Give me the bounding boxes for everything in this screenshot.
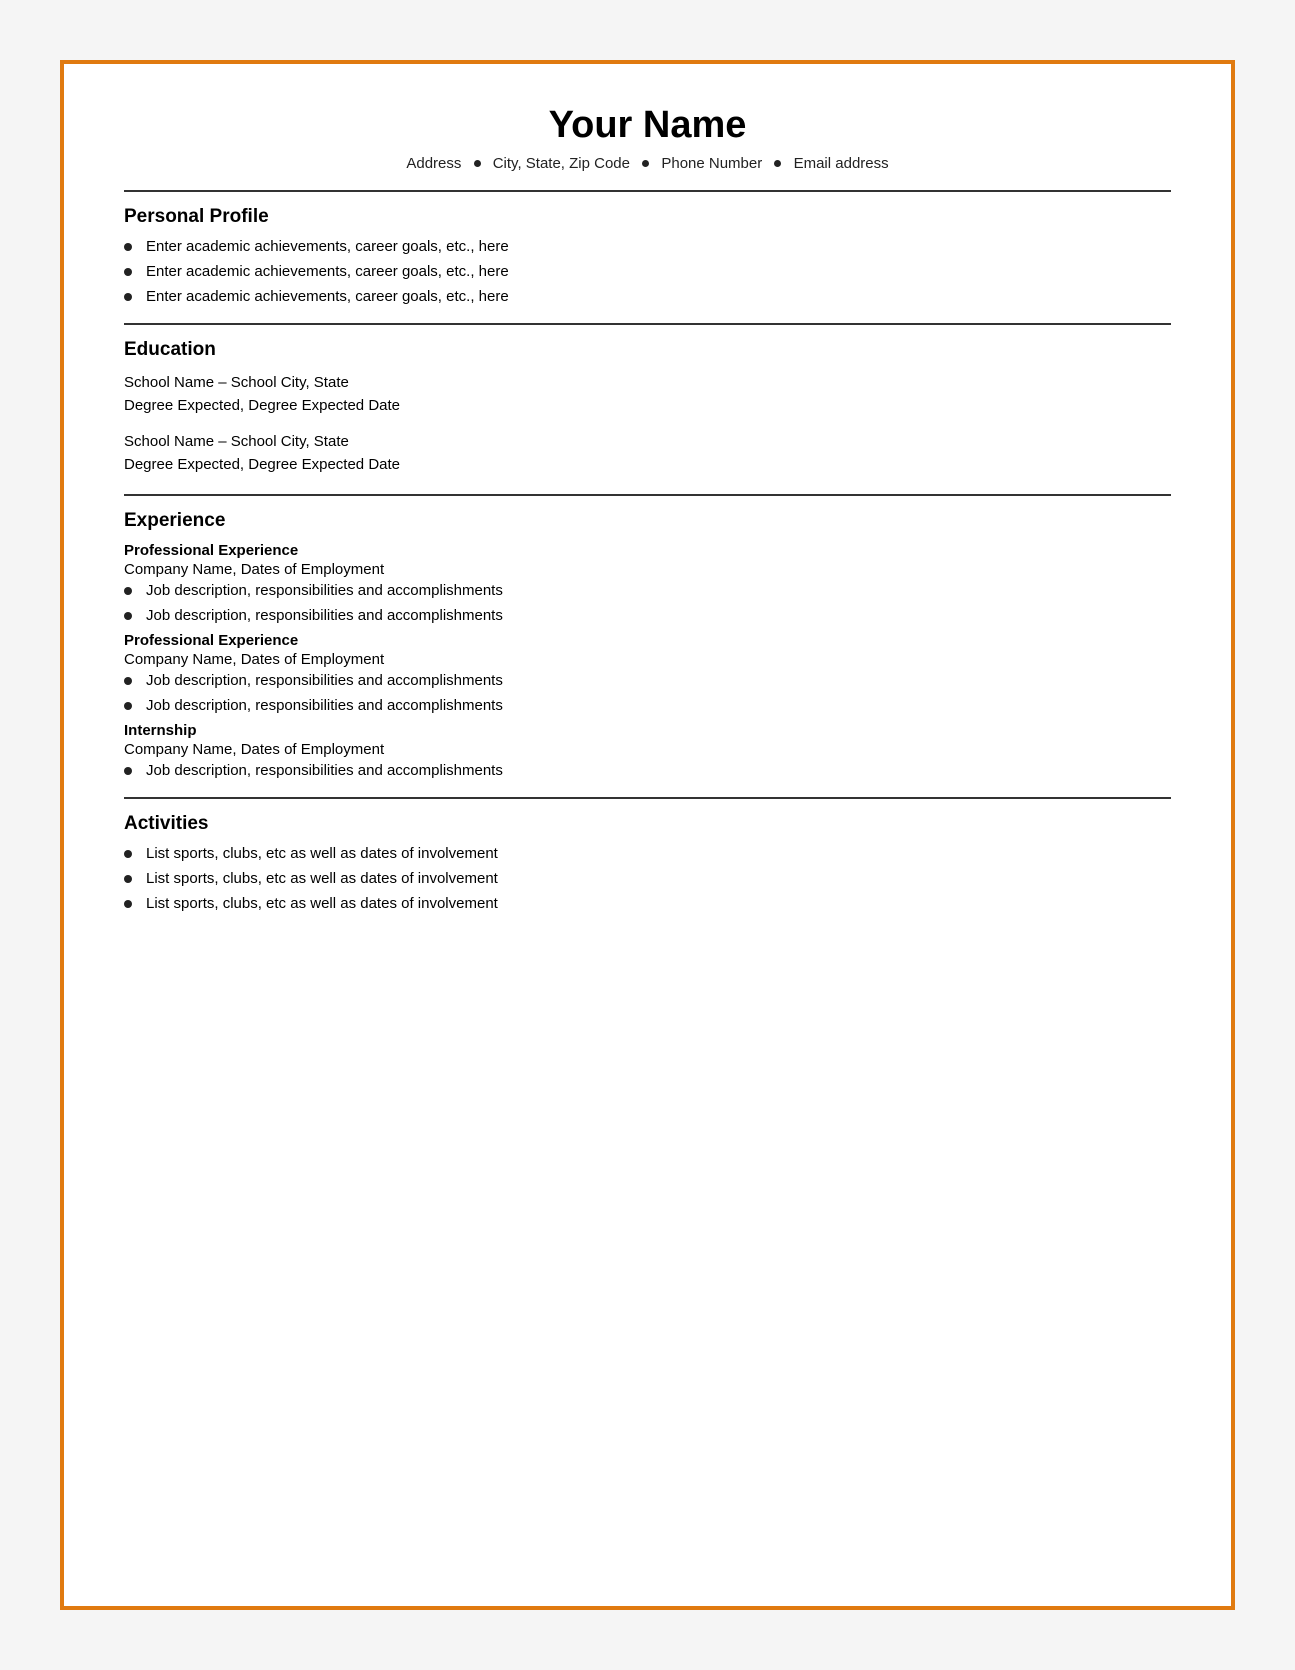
header-contact: Address City, State, Zip Code Phone Numb… <box>124 155 1171 172</box>
education-section: Education School Name – School City, Sta… <box>124 339 1171 476</box>
exp2-item-2: Job description, responsibilities and ac… <box>146 697 503 714</box>
exp-subtitle-1: Professional Experience <box>124 542 1171 559</box>
list-item: Enter academic achievements, career goal… <box>124 263 1171 280</box>
exp-list-2: Job description, responsibilities and ac… <box>124 672 1171 714</box>
bullet-dot <box>124 767 132 775</box>
resume-name: Your Name <box>124 104 1171 147</box>
personal-profile-list: Enter academic achievements, career goal… <box>124 238 1171 305</box>
list-item: Job description, responsibilities and ac… <box>124 697 1171 714</box>
bullet-dot <box>124 612 132 620</box>
bullet-dot <box>124 677 132 685</box>
edu-degree-1: Degree Expected, Degree Expected Date <box>124 394 1171 417</box>
contact-city: City, State, Zip Code <box>493 155 630 172</box>
list-item: Job description, responsibilities and ac… <box>124 762 1171 779</box>
personal-item-1: Enter academic achievements, career goal… <box>146 238 509 255</box>
edu-school-1: School Name – School City, State <box>124 371 1171 394</box>
list-item: Job description, responsibilities and ac… <box>124 582 1171 599</box>
exp3-item-1: Job description, responsibilities and ac… <box>146 762 503 779</box>
list-item: Job description, responsibilities and ac… <box>124 672 1171 689</box>
list-item: Job description, responsibilities and ac… <box>124 607 1171 624</box>
personal-item-3: Enter academic achievements, career goal… <box>146 288 509 305</box>
header-section: Your Name Address City, State, Zip Code … <box>124 104 1171 172</box>
activities-list: List sports, clubs, etc as well as dates… <box>124 845 1171 912</box>
edu-school-2: School Name – School City, State <box>124 430 1171 453</box>
edu-entry-1: School Name – School City, State Degree … <box>124 371 1171 418</box>
exp-subtitle-2: Professional Experience <box>124 632 1171 649</box>
bullet-dot <box>124 702 132 710</box>
bullet-dot <box>124 243 132 251</box>
activity-item-2: List sports, clubs, etc as well as dates… <box>146 870 498 887</box>
education-title: Education <box>124 339 1171 361</box>
exp-company-1: Company Name, Dates of Employment <box>124 561 1171 578</box>
experience-section: Experience Professional Experience Compa… <box>124 510 1171 779</box>
activity-item-3: List sports, clubs, etc as well as dates… <box>146 895 498 912</box>
bullet-dot <box>124 587 132 595</box>
list-item: List sports, clubs, etc as well as dates… <box>124 845 1171 862</box>
dot-3 <box>774 160 781 167</box>
activity-item-1: List sports, clubs, etc as well as dates… <box>146 845 498 862</box>
activities-section: Activities List sports, clubs, etc as we… <box>124 813 1171 912</box>
dot-1 <box>474 160 481 167</box>
bullet-dot <box>124 268 132 276</box>
resume-container: Your Name Address City, State, Zip Code … <box>60 60 1235 1610</box>
contact-address: Address <box>406 155 461 172</box>
list-item: Enter academic achievements, career goal… <box>124 288 1171 305</box>
experience-title: Experience <box>124 510 1171 532</box>
edu-degree-2: Degree Expected, Degree Expected Date <box>124 453 1171 476</box>
exp1-item-2: Job description, responsibilities and ac… <box>146 607 503 624</box>
edu-entry-2: School Name – School City, State Degree … <box>124 430 1171 477</box>
bullet-dot <box>124 293 132 301</box>
bullet-dot <box>124 875 132 883</box>
contact-email: Email address <box>794 155 889 172</box>
exp-list-3: Job description, responsibilities and ac… <box>124 762 1171 779</box>
exp-company-2: Company Name, Dates of Employment <box>124 651 1171 668</box>
divider-4 <box>124 797 1171 799</box>
exp-list-1: Job description, responsibilities and ac… <box>124 582 1171 624</box>
exp-subtitle-3: Internship <box>124 722 1171 739</box>
list-item: List sports, clubs, etc as well as dates… <box>124 870 1171 887</box>
list-item: List sports, clubs, etc as well as dates… <box>124 895 1171 912</box>
bullet-dot <box>124 900 132 908</box>
personal-profile-section: Personal Profile Enter academic achievem… <box>124 206 1171 305</box>
contact-phone: Phone Number <box>661 155 762 172</box>
exp-company-3: Company Name, Dates of Employment <box>124 741 1171 758</box>
divider-3 <box>124 494 1171 496</box>
exp2-item-1: Job description, responsibilities and ac… <box>146 672 503 689</box>
personal-item-2: Enter academic achievements, career goal… <box>146 263 509 280</box>
list-item: Enter academic achievements, career goal… <box>124 238 1171 255</box>
bullet-dot <box>124 850 132 858</box>
personal-profile-title: Personal Profile <box>124 206 1171 228</box>
divider-1 <box>124 190 1171 192</box>
divider-2 <box>124 323 1171 325</box>
activities-title: Activities <box>124 813 1171 835</box>
exp1-item-1: Job description, responsibilities and ac… <box>146 582 503 599</box>
dot-2 <box>642 160 649 167</box>
